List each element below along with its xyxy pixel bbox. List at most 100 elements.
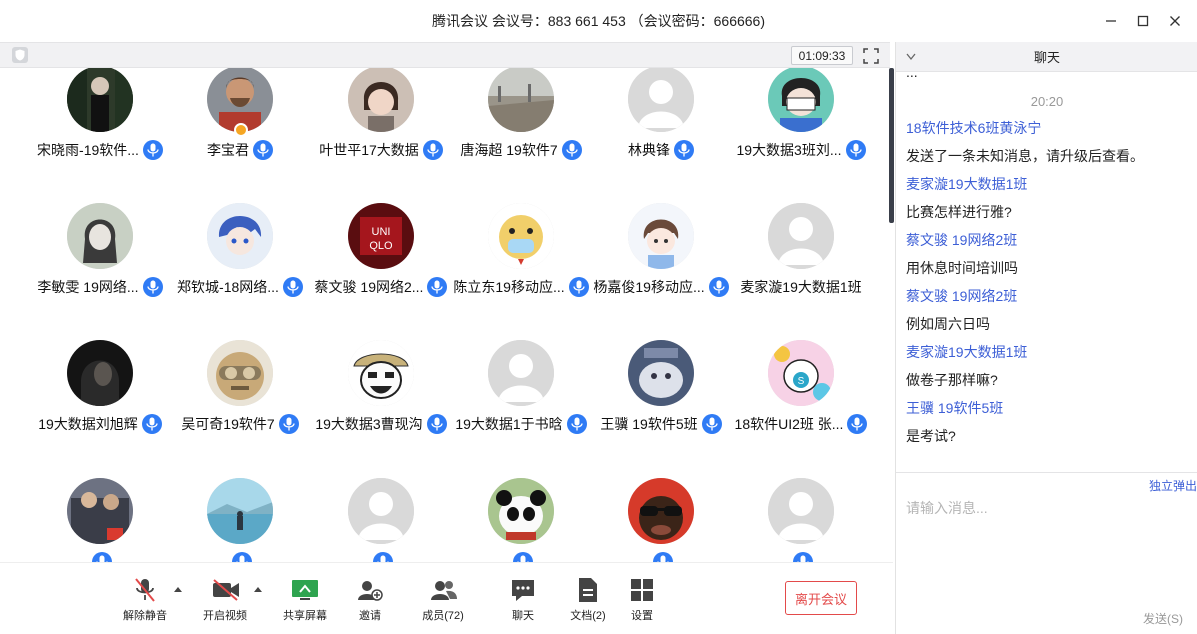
participant-tile[interactable]: 李敏雯 19网络... [30, 203, 170, 343]
mic-icon [701, 414, 722, 434]
participant-name: 蔡文骏 19网络2... [314, 279, 424, 295]
svg-text:QLO: QLO [369, 240, 393, 252]
participant-name: 杨嘉俊19移动应... [593, 279, 705, 295]
participant-tile[interactable]: 李宝君 [170, 68, 310, 206]
mic-icon [793, 552, 813, 562]
participant-label: 陈立东19移动应... [441, 277, 601, 297]
participant-avatar [207, 340, 273, 406]
chat-sender[interactable]: 麦家漩19大数据1班 [906, 342, 1027, 362]
participant-name: 唐海超 19软件7 [460, 142, 558, 158]
chat-message-input[interactable] [906, 497, 1186, 519]
participant-tile[interactable]: 陈立东19移动应... [451, 203, 591, 343]
participant-tile[interactable]: 19大数据刘旭辉 [30, 340, 170, 480]
participant-tile[interactable]: 郑钦城-18网络... [170, 203, 310, 343]
participant-tile[interactable]: 吴可奇19软件7 [170, 340, 310, 480]
participant-tile[interactable]: UNI QLO 蔡文骏 19网络2... [311, 203, 451, 343]
popout-chat-link[interactable]: 独立弹出 [1149, 477, 1197, 494]
close-button[interactable] [1159, 8, 1191, 34]
participant-tile[interactable] [311, 478, 451, 562]
participant-label: 19大数据3班刘... [721, 140, 881, 160]
participant-tile[interactable]: 19大数据3曹现沟 [311, 340, 451, 480]
mic-icon [282, 277, 303, 297]
participant-tile[interactable]: S 18软件UI2班 张... [731, 340, 871, 480]
participant-tile[interactable] [170, 478, 310, 562]
unmute-button[interactable]: 解除静音 [115, 577, 175, 629]
participant-tile[interactable]: 唐海超 19软件7 [451, 68, 591, 206]
participant-label: 杨嘉俊19移动应... [581, 277, 741, 297]
participant-tile[interactable]: 杨嘉俊19移动应... [591, 203, 731, 343]
unmute-label: 解除静音 [123, 610, 167, 622]
participant-label: 林典锋 [581, 140, 741, 160]
docs-button[interactable]: 文档(2) [558, 577, 618, 629]
mic-icon [253, 140, 273, 160]
chat-sender[interactable]: 王骥 19软件5班 [906, 398, 1003, 418]
share-screen-icon [291, 577, 319, 603]
participant-avatar [67, 68, 133, 132]
grid-scrollbar[interactable] [889, 68, 894, 223]
invite-label: 邀请 [359, 610, 381, 622]
meeting-window: 腾讯会议 会议号：883 661 453 （会议密码：666666) 01:09… [0, 0, 1197, 634]
participant-label [20, 552, 180, 562]
mic-icon [373, 552, 393, 562]
video-options-caret-icon[interactable] [253, 585, 263, 593]
start-video-label: 开启视频 [203, 610, 247, 622]
share-screen-label: 共享屏幕 [283, 610, 327, 622]
start-video-button[interactable]: 开启视频 [195, 577, 255, 629]
chat-sender[interactable]: 18软件技术6班黄泳宁 [906, 118, 1041, 138]
camera-off-icon [211, 577, 239, 603]
participant-tile[interactable]: 19大数据1于书晗 [451, 340, 591, 480]
participant-tile[interactable]: 叶世平17大数据 [311, 68, 451, 206]
svg-text:S: S [798, 376, 805, 387]
participant-label: 李敏雯 19网络... [20, 277, 180, 297]
chat-button[interactable]: 聊天 [493, 577, 553, 629]
participant-tile[interactable] [30, 478, 170, 562]
members-button[interactable]: 成员(72) [413, 577, 473, 629]
participant-tile[interactable] [591, 478, 731, 562]
participant-tile[interactable]: 宋晓雨-19软件... [30, 68, 170, 206]
participant-tile[interactable]: 19大数据3班刘... [731, 68, 871, 206]
participant-tile[interactable] [731, 478, 871, 562]
chat-sender[interactable]: 蔡文骏 19网络2班 [906, 286, 1017, 306]
chat-message-text: 做卷子那样嘛? [906, 372, 998, 388]
participant-tile[interactable]: 林典锋 [591, 68, 731, 206]
chat-header: 聊天 [896, 42, 1197, 72]
chat-message-text: 比赛怎样进行雅? [906, 204, 1012, 220]
chat-sender[interactable]: 蔡文骏 19网络2班 [906, 230, 1017, 250]
share-screen-button[interactable]: 共享屏幕 [275, 577, 335, 629]
fullscreen-icon[interactable] [863, 48, 879, 64]
participant-label: 王骥 19软件5班 [581, 414, 741, 434]
invite-button[interactable]: 邀请 [340, 577, 400, 629]
mic-icon [422, 140, 443, 160]
participant-avatar: S [768, 340, 834, 406]
participant-name: 陈立东19移动应... [453, 279, 565, 295]
participant-avatar [207, 478, 273, 544]
mic-icon [141, 414, 162, 434]
participant-name: 18软件UI2班 张... [734, 416, 844, 432]
meeting-timer: 01:09:33 [791, 46, 853, 65]
mic-icon [561, 140, 582, 160]
maximize-icon [1137, 15, 1149, 27]
maximize-button[interactable] [1127, 8, 1159, 34]
chat-message-text: 是考试? [906, 428, 956, 444]
participant-name: 林典锋 [628, 142, 670, 158]
settings-button[interactable]: 设置 [612, 577, 672, 629]
participant-label [160, 552, 320, 562]
meeting-toolbar: 解除静音 开启视频 共享屏幕 邀请 成员(72) 聊天 文档(2) 设置 离开会… [0, 562, 893, 634]
minimize-button[interactable] [1095, 8, 1127, 34]
collapse-chevron-icon[interactable] [906, 53, 916, 61]
participant-tile[interactable]: 麦家漩19大数据1班 [731, 203, 871, 343]
send-button[interactable]: 发送(S) [1143, 610, 1183, 627]
participant-name: 吴可奇19软件7 [181, 416, 275, 432]
leave-meeting-button[interactable]: 离开会议 [785, 581, 857, 615]
audio-options-caret-icon[interactable] [173, 585, 183, 593]
participant-name: 王骥 19软件5班 [600, 416, 698, 432]
chat-messages: ... 20:20 18软件技术6班黄泳宁 发送了一条未知消息，请升级后查看。 麦家… [896, 72, 1197, 472]
security-shield-icon[interactable] [12, 47, 28, 63]
chat-sender[interactable]: 麦家漩19大数据1班 [906, 174, 1027, 194]
participant-tile[interactable]: 王骥 19软件5班 [591, 340, 731, 480]
mic-icon [674, 140, 694, 160]
chat-bubble-icon [509, 577, 537, 603]
title-bar: 腾讯会议 会议号：883 661 453 （会议密码：666666) [0, 0, 1197, 42]
minimize-icon [1106, 20, 1116, 22]
participant-tile[interactable] [451, 478, 591, 562]
